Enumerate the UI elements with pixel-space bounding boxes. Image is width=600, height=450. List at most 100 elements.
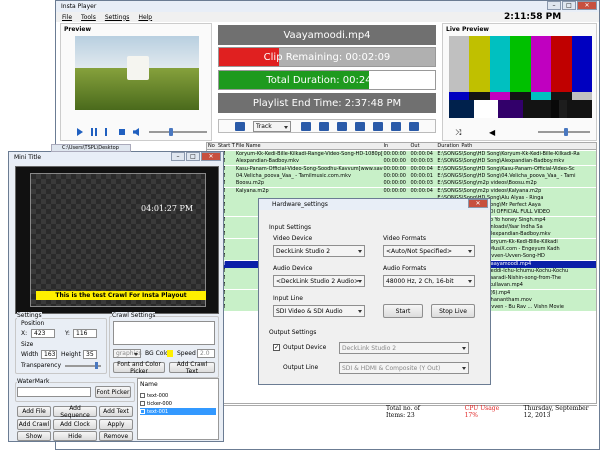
live-volume-slider[interactable]: [538, 128, 590, 136]
show-button[interactable]: Show: [17, 431, 51, 441]
start-button[interactable]: Start: [383, 304, 423, 318]
stop-icon[interactable]: [119, 129, 125, 135]
mini-crawl-bar: This is the test Crawl For Insta Playout: [36, 291, 206, 300]
menu-file[interactable]: File: [62, 14, 72, 21]
menu-tools[interactable]: Tools: [81, 14, 96, 21]
mini-close-icon[interactable]: ✕: [201, 152, 221, 161]
menu-help[interactable]: Help: [138, 14, 152, 21]
table-row[interactable]: PM04.Velicha_poova_Vaa_ - Tamilmusic.com…: [207, 172, 596, 180]
input-line-select[interactable]: SDI Video & SDI Audio: [273, 305, 365, 317]
apply-button[interactable]: Apply: [99, 419, 133, 430]
loop-icon[interactable]: [373, 122, 383, 131]
input-settings-label: Input Settings: [269, 224, 312, 231]
output-device-checkbox[interactable]: ✓: [273, 344, 280, 351]
list-item[interactable]: ticker-000: [140, 400, 216, 407]
add-text-button[interactable]: Add Text: [99, 406, 133, 417]
list-item[interactable]: text-001: [140, 408, 216, 415]
minimize-icon[interactable]: –: [547, 1, 561, 10]
clip-remaining-text: Clip Remaining: 00:02:09: [263, 52, 391, 63]
item-list: Name text-000 ticker-000 text-001: [137, 378, 219, 440]
row-in: 00:00:00: [383, 187, 406, 194]
output-line-label: Output Line: [283, 364, 319, 371]
col-duration[interactable]: Duration: [436, 143, 460, 149]
close-icon[interactable]: ✕: [577, 1, 597, 10]
prev-icon[interactable]: [105, 128, 112, 136]
audio-formats-select[interactable]: 48000 Hz, 2 Ch, 16-bit: [383, 275, 475, 287]
table-row[interactable]: PMBoosu.m2p00:00:0000:00:03E:\SONGS\Song…: [207, 180, 596, 188]
maximize-icon[interactable]: □: [562, 1, 576, 10]
preview-panel: Preview: [60, 23, 212, 141]
track-select[interactable]: Track: [253, 121, 291, 132]
video-formats-select[interactable]: <Auto/Not Specified>: [383, 245, 475, 257]
stop-live-button[interactable]: Stop Live: [431, 304, 475, 318]
row-name: Kalyana.m2p: [235, 187, 269, 194]
row-out: 00:00:01: [410, 172, 433, 179]
output-line-select[interactable]: SDI & HDMI & Composite (Y Out): [339, 362, 469, 374]
audio-formats-label: Audio Formats: [383, 265, 427, 272]
col-in[interactable]: In: [383, 143, 410, 149]
height-input[interactable]: 35: [83, 350, 97, 359]
row-in: 00:00:00: [383, 151, 406, 157]
add-crawl-text-button[interactable]: Add Crawl Text: [169, 361, 215, 375]
font-color-picker-button[interactable]: Font and Color Picker: [113, 361, 165, 375]
volume-icon[interactable]: [133, 128, 139, 136]
video-device-label: Video Device: [273, 235, 313, 242]
transparency-slider[interactable]: [65, 362, 101, 369]
live-speaker-icon[interactable]: ◀: [489, 128, 495, 137]
pause-icon[interactable]: [91, 128, 97, 136]
row-path: E:\SONGS\Song\HD Song\Alexpandian-Badboy…: [437, 158, 565, 165]
row-in: 00:00:00: [383, 165, 406, 172]
table-row[interactable]: PMKoryum-Kk-Kedi-Bille-Kilkadi-Range-Vid…: [207, 151, 596, 158]
move-down-icon[interactable]: [319, 122, 329, 131]
play-icon[interactable]: [77, 128, 83, 136]
col-no[interactable]: No: [207, 143, 217, 149]
preview-volume-slider[interactable]: [149, 128, 207, 136]
video-device-select[interactable]: DeckLink Studio 2: [273, 245, 365, 257]
remove-icon[interactable]: [355, 122, 365, 131]
width-input[interactable]: 163: [41, 350, 57, 359]
watermark-input[interactable]: [17, 387, 91, 397]
add-crawl-button[interactable]: Add Crawl: [17, 419, 51, 430]
remove-button[interactable]: Remove: [99, 431, 133, 441]
row-out: 00:00:04: [410, 151, 433, 157]
skip-icon[interactable]: [391, 122, 401, 131]
crawl-text-input[interactable]: [113, 321, 215, 345]
col-out[interactable]: Out: [409, 143, 436, 149]
col-path[interactable]: Path: [460, 143, 596, 149]
table-row[interactable]: PMKalyana.m2p00:00:0000:00:04E:\SONGS\So…: [207, 187, 596, 195]
add-icon[interactable]: [337, 122, 347, 131]
table-row[interactable]: PMAlexpandian-Badboy.mkv00:00:0000:00:03…: [207, 158, 596, 166]
menu-settings[interactable]: Settings: [105, 14, 130, 21]
y-input[interactable]: 116: [73, 329, 97, 338]
hw-close-icon[interactable]: ✕: [468, 199, 488, 208]
up-icon[interactable]: [235, 122, 245, 131]
table-row[interactable]: PMKasu-Panam-Official-Video-Song-Soodhu-…: [207, 165, 596, 173]
shuffle-icon[interactable]: ⤨: [455, 128, 461, 138]
transparency-label: Transparency: [21, 362, 62, 369]
add-clock-button[interactable]: Add Clock: [53, 419, 97, 430]
graphics-select[interactable]: graphics: [113, 349, 142, 358]
mini-title-window: Mini Title – □ ✕ C:\Users\TSPL\Desktop 04:…: [8, 144, 224, 442]
move-up-icon[interactable]: [301, 122, 311, 131]
output-device-select[interactable]: DeckLink Studio 2: [339, 342, 469, 354]
col-start[interactable]: Start Time: [217, 143, 235, 149]
font-picker-button[interactable]: Font Picker: [95, 386, 131, 398]
x-input[interactable]: 423: [31, 329, 55, 338]
list-item[interactable]: text-000: [140, 392, 216, 399]
clip-remaining-bar: Clip Remaining: 00:02:09: [218, 47, 436, 67]
mini-canvas: 04:01:27 PM: [30, 173, 206, 307]
mini-minimize-icon[interactable]: –: [171, 152, 185, 161]
name-column[interactable]: Name: [140, 381, 158, 388]
add-sequence-button[interactable]: Add Sequence: [53, 405, 97, 419]
mini-maximize-icon[interactable]: □: [186, 152, 200, 161]
height-label: Height: [61, 351, 81, 358]
total-duration-bar: Total Duration: 00:24:09: [218, 70, 436, 90]
hide-button[interactable]: Hide: [53, 431, 97, 441]
row-in: 00:00:00: [383, 158, 406, 165]
bg-color-swatch[interactable]: [167, 350, 173, 357]
add-file-button[interactable]: Add File: [17, 406, 51, 417]
clear-icon[interactable]: [409, 122, 419, 131]
audio-device-select[interactable]: <DeckLink Studio 2 Audio>: [273, 275, 365, 287]
col-name[interactable]: File Name: [235, 143, 383, 149]
speed-input[interactable]: 2.0: [197, 349, 215, 358]
